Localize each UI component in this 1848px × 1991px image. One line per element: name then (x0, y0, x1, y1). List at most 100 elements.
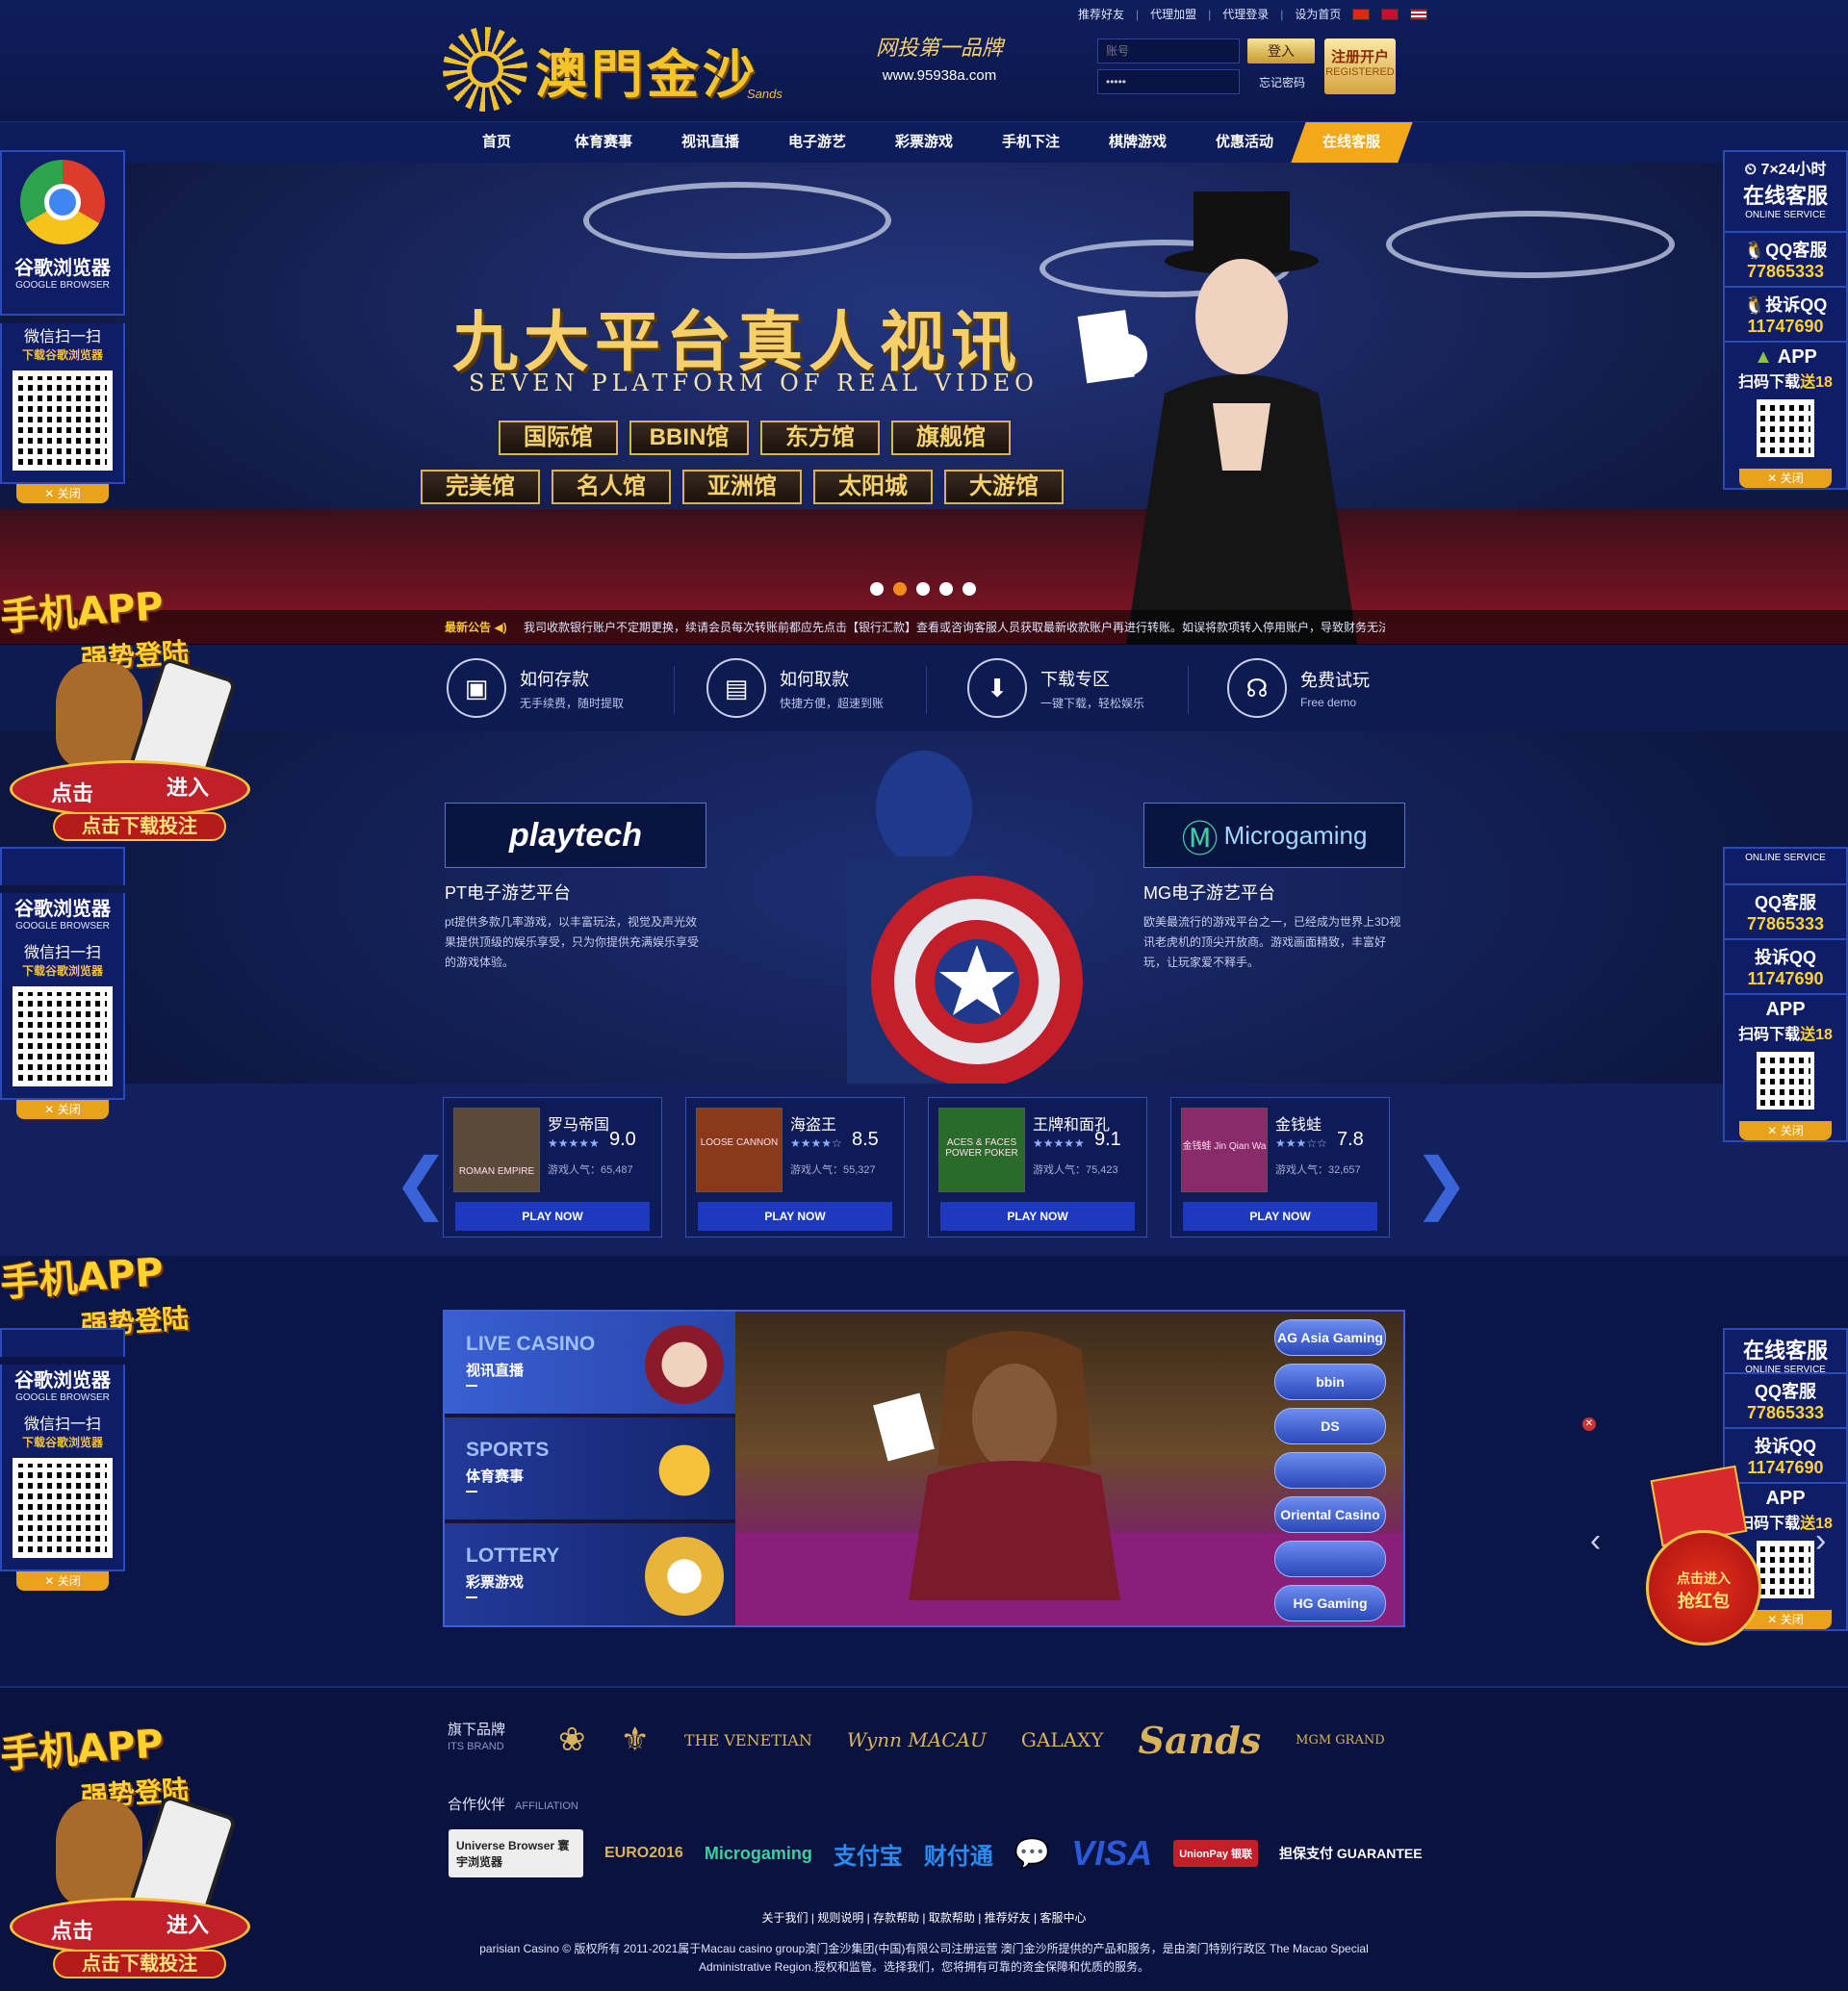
account-input[interactable] (1097, 38, 1240, 64)
tab-sports[interactable]: SPORTS 体育赛事 (445, 1417, 735, 1521)
complaint-qq[interactable]: 投诉QQ 11747690 (1725, 938, 1846, 993)
qq-service[interactable]: QQ客服 77865333 (1725, 883, 1846, 938)
play-now-button[interactable]: PLAY NOW (1183, 1202, 1377, 1231)
nav-home[interactable]: 首页 (444, 122, 551, 163)
hall-chip[interactable]: 太阳城 (813, 470, 933, 504)
slide-dot[interactable] (870, 582, 884, 596)
next-arrow-icon[interactable]: ❯ (1413, 1143, 1470, 1222)
game-thumbnail[interactable]: ACES & FACES POWER POKER (938, 1108, 1025, 1192)
nav-mobile[interactable]: 手机下注 (978, 122, 1085, 163)
game-card[interactable]: 金钱蛙 Jin Qian Wa 金钱蛙 ★★★☆☆ 7.8 游戏人气：32,65… (1170, 1097, 1390, 1238)
microgaming-logo[interactable]: Ⓜ Microgaming (1143, 803, 1405, 868)
flag-cn-icon[interactable] (1352, 8, 1371, 20)
close-icon[interactable]: ✕ (1582, 1417, 1596, 1431)
tab-lottery[interactable]: LOTTERY 彩票游戏 (445, 1523, 735, 1625)
close-button[interactable]: ✕ 关闭 (16, 1100, 109, 1119)
app-download[interactable]: APP 扫码下载送18 (1725, 993, 1846, 1121)
provider-ag[interactable]: AG Asia Gaming (1274, 1319, 1386, 1356)
provider-6[interactable] (1274, 1541, 1386, 1577)
top-link-agent-join[interactable]: 代理加盟 (1150, 6, 1196, 22)
pt-platform[interactable]: playtech PT电子游艺平台 pt提供多款几率游戏，以丰富玩法，视觉及声光… (445, 803, 706, 973)
play-now-button[interactable]: PLAY NOW (455, 1202, 650, 1231)
flag-us-icon[interactable] (1410, 8, 1428, 20)
nav-slots[interactable]: 电子游艺 (764, 122, 871, 163)
playtech-logo[interactable]: playtech (445, 803, 706, 868)
flag-hk-icon[interactable] (1381, 8, 1399, 20)
provider-oriental[interactable]: Oriental Casino (1274, 1496, 1386, 1533)
prev-arrow-icon[interactable]: ❮ (393, 1143, 449, 1222)
game-thumbnail[interactable]: ROMAN EMPIRE (453, 1108, 540, 1192)
provider-bbin[interactable]: bbin (1274, 1364, 1386, 1400)
nav-online-service[interactable]: 在线客服 (1290, 122, 1413, 163)
login-button[interactable]: 登入 (1247, 38, 1315, 64)
close-button[interactable]: ✕ 关闭 (16, 484, 109, 503)
app-promo-badge[interactable]: 手机APP 强势登陆 (0, 1243, 250, 1340)
partner-visa[interactable]: VISA (1071, 1833, 1152, 1874)
register-button[interactable]: 注册开户 REGISTERED (1324, 38, 1396, 94)
chrome-icon[interactable] (20, 160, 105, 244)
chevron-left-icon[interactable]: ‹ (1590, 1522, 1601, 1560)
nav-promotions[interactable]: 优惠活动 (1192, 122, 1298, 163)
provider-4[interactable] (1274, 1452, 1386, 1489)
wechat-icon[interactable]: 💬 (1014, 1837, 1050, 1871)
password-input[interactable] (1097, 69, 1240, 94)
brand-sands[interactable]: Sands (1139, 1719, 1262, 1762)
top-link-set-home[interactable]: 设为首页 (1295, 6, 1341, 22)
complaint-number[interactable]: 11747690 (1725, 969, 1846, 989)
footer-links[interactable]: 关于我们 | 规则说明 | 存款帮助 | 取款帮助 | 推荐好友 | 客服中心 (0, 1909, 1848, 1926)
slide-dot[interactable] (916, 582, 930, 596)
app-download-button[interactable]: 点击下载投注 (53, 812, 226, 841)
nav-live[interactable]: 视讯直播 (657, 122, 764, 163)
complaint-number[interactable]: 11747690 (1725, 317, 1846, 337)
hall-chip[interactable]: BBIN馆 (629, 421, 749, 455)
slide-dot-active[interactable] (893, 582, 907, 596)
forgot-password-link[interactable]: 忘记密码 (1259, 74, 1305, 90)
qq-service[interactable]: 🐧QQ客服 77865333 (1725, 231, 1846, 286)
partner-euro2016[interactable]: EURO2016 (604, 1845, 683, 1862)
qq-number[interactable]: 77865333 (1725, 1403, 1846, 1423)
partner-universe-browser[interactable]: Universe Browser 寰宇浏览器 (449, 1829, 583, 1877)
app-download-button[interactable]: 点击下载投注 (53, 1950, 226, 1978)
app-promo-badge[interactable]: 手机APP 强势登陆 点击 进入 点击下载投注 (0, 577, 250, 841)
partner-alipay[interactable]: 支付宝 (834, 1837, 903, 1871)
complaint-qq[interactable]: 🐧投诉QQ 11747690 (1725, 286, 1846, 341)
feature-free-demo[interactable]: ☊ 免费试玩 Free demo (1227, 658, 1370, 718)
slide-dot[interactable] (962, 582, 976, 596)
hall-chip[interactable]: 国际馆 (499, 421, 618, 455)
nav-lottery[interactable]: 彩票游戏 (871, 122, 978, 163)
brand-mgm[interactable]: MGM GRAND (1296, 1733, 1385, 1748)
provider-ds[interactable]: DS (1274, 1408, 1386, 1444)
top-link-refer[interactable]: 推荐好友 (1078, 6, 1124, 22)
partner-tenpay[interactable]: 财付通 (924, 1837, 993, 1871)
qq-number[interactable]: 77865333 (1725, 914, 1846, 934)
game-card[interactable]: LOOSE CANNON 海盗王 ★★★★☆ 8.5 游戏人气：55,327 P… (685, 1097, 905, 1238)
app-download[interactable]: ▲ APP 扫码下载送18 (1725, 341, 1846, 469)
lotus-logo-icon[interactable]: ❀ (558, 1721, 586, 1759)
game-thumbnail[interactable]: LOOSE CANNON (696, 1108, 783, 1192)
brand-galaxy[interactable]: GALAXY (1021, 1728, 1104, 1751)
feature-withdraw[interactable]: ▤ 如何取款 快捷方便，超速到账 (706, 658, 884, 718)
brand-venetian[interactable]: THE VENETIAN (684, 1731, 812, 1749)
notice-text[interactable]: 我司收款银行账户不定期更换，续请会员每次转账前都应先点击【银行汇款】查看或咨询客… (524, 610, 1385, 645)
nav-sports[interactable]: 体育赛事 (551, 122, 657, 163)
mg-platform[interactable]: Ⓜ Microgaming MG电子游艺平台 欧美最流行的游戏平台之一，已经成为世… (1143, 803, 1405, 973)
brand-wynn[interactable]: Wynn MACAU (847, 1728, 987, 1751)
chevron-right-icon[interactable]: › (1815, 1522, 1826, 1560)
play-now-button[interactable]: PLAY NOW (940, 1202, 1135, 1231)
hall-chip[interactable]: 亚洲馆 (682, 470, 802, 504)
partner-microgaming[interactable]: Microgaming (705, 1844, 812, 1864)
feature-deposit[interactable]: ▣ 如何存款 无手续费，随时提取 (447, 658, 624, 718)
close-button[interactable]: ✕ 关闭 (16, 1571, 109, 1591)
hall-chip[interactable]: 完美馆 (421, 470, 540, 504)
tab-live-casino[interactable]: LIVE CASINO 视讯直播 (445, 1312, 735, 1416)
slide-dot[interactable] (939, 582, 953, 596)
qq-number[interactable]: 77865333 (1725, 262, 1846, 282)
hall-chip[interactable]: 旗舰馆 (891, 421, 1011, 455)
feature-download[interactable]: ⬇ 下载专区 一键下载，轻松娱乐 (967, 658, 1144, 718)
hall-chip[interactable]: 大游馆 (944, 470, 1064, 504)
hall-chip[interactable]: 名人馆 (552, 470, 671, 504)
game-card[interactable]: ROMAN EMPIRE 罗马帝国 ★★★★★ 9.0 游戏人气：65,487 … (443, 1097, 662, 1238)
partner-unionpay[interactable]: UnionPay 银联 (1173, 1840, 1259, 1867)
crest-logo-icon[interactable]: ⚜ (621, 1721, 650, 1759)
partner-guarantee[interactable]: 担保支付 GUARANTEE (1279, 1844, 1423, 1863)
